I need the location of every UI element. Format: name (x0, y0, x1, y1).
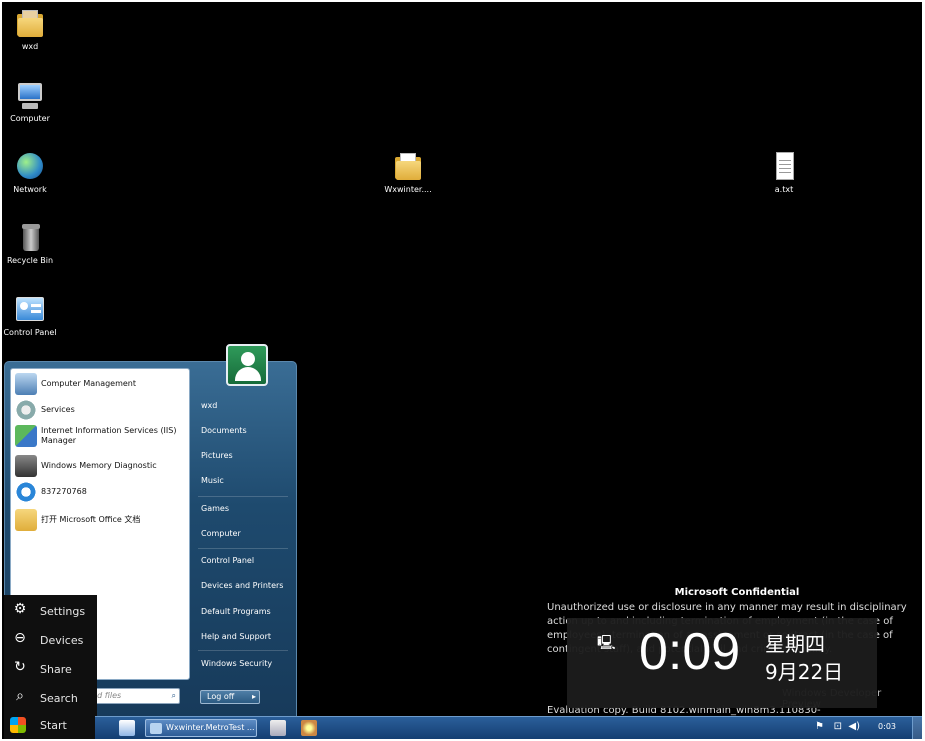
desktop-icon-label: Computer (10, 114, 50, 123)
office-document-icon (15, 509, 37, 531)
user-picture[interactable] (226, 344, 268, 386)
charm-share[interactable]: ↻ Share (10, 659, 72, 679)
charm-search[interactable]: ⌕ Search (10, 688, 78, 708)
charms-bar: ⚙ Settings ⊖ Devices ↻ Share ⌕ Search St… (4, 595, 97, 739)
desktop: wxd Computer Network Recycle Bin Control… (2, 2, 922, 739)
start-item-office-document[interactable]: 打开 Microsoft Office 文档 (15, 509, 187, 531)
charm-devices[interactable]: ⊖ Devices (10, 630, 83, 650)
wxwinter-folder-icon (392, 151, 424, 183)
confidential-title: Microsoft Confidential (674, 587, 800, 598)
taskbar-window-wxwinter[interactable]: Wxwinter.MetroTest ... (145, 719, 257, 737)
start-item-label: Computer Management (41, 379, 137, 388)
start-link-windows-security[interactable]: Windows Security (201, 659, 272, 669)
computer-management-icon (15, 373, 37, 395)
charm-label: Share (40, 662, 72, 676)
start-link-games[interactable]: Games (201, 504, 229, 514)
taskbar: Wxwinter.MetroTest ... ⚑ ⊡ ◀) 0:03 (95, 716, 922, 739)
desktop-icon-label: Recycle Bin (6, 256, 54, 265)
desktop-icon-network[interactable]: Network (2, 151, 58, 195)
clock-day: 星期四 (765, 632, 825, 656)
desktop-icon-label: Control Panel (3, 328, 57, 337)
computer-icon (14, 80, 46, 112)
desktop-icon-label: a.txt (774, 185, 794, 194)
arrow-right-icon: ▸ (251, 692, 256, 701)
app-icon (150, 723, 162, 734)
start-item-computer-management[interactable]: Computer Management (15, 373, 187, 395)
start-link-control-panel[interactable]: Control Panel (201, 556, 254, 566)
charm-label: Search (40, 691, 78, 705)
settings-gear-icon: ⚙ (13, 601, 27, 617)
volume-icon[interactable]: ◀) (848, 721, 860, 732)
start-link-help-and-support[interactable]: Help and Support (201, 632, 271, 642)
start-link-documents[interactable]: Documents (201, 426, 247, 436)
taskbar-window-label: Wxwinter.MetroTest ... (166, 723, 255, 732)
start-item-label: Windows Memory Diagnostic (41, 461, 157, 470)
services-gear-icon (15, 399, 37, 421)
start-separator (198, 650, 288, 651)
tray-clock[interactable]: 0:03 (878, 722, 896, 731)
flag-icon[interactable]: ⚑ (815, 721, 824, 732)
network-icon (14, 151, 46, 183)
start-link-default-programs[interactable]: Default Programs (201, 607, 271, 617)
tools-icon[interactable] (301, 720, 317, 736)
start-item-label: Internet Information Services (IIS) Mana… (41, 426, 177, 445)
start-item-memory-diagnostic[interactable]: Windows Memory Diagnostic (15, 455, 187, 477)
start-link-devices-and-printers[interactable]: Devices and Printers (201, 581, 283, 591)
desktop-icon-wxd[interactable]: wxd (2, 8, 58, 52)
search-icon: ⌕ (16, 688, 24, 704)
desktop-icon-computer[interactable]: Computer (2, 80, 58, 124)
start-item-ie-shortcut[interactable]: 837270768 (15, 481, 187, 503)
desktop-icon-recycle-bin[interactable]: Recycle Bin (2, 222, 58, 266)
start-link-computer[interactable]: Computer (201, 529, 241, 539)
desktop-icon-control-panel[interactable]: Control Panel (2, 294, 58, 338)
wxd-folder-icon (14, 8, 46, 40)
desktop-icon-label: wxd (21, 42, 39, 51)
network-status-icon: 🖳 (597, 635, 616, 651)
start-item-label: Services (41, 405, 75, 414)
explorer-icon[interactable] (119, 720, 135, 736)
start-item-services[interactable]: Services (15, 399, 187, 421)
start-separator (198, 548, 288, 549)
log-off-label: Log off (207, 692, 235, 701)
charm-label: Settings (40, 604, 86, 618)
windows-logo-icon (10, 717, 26, 733)
memory-diagnostic-icon (15, 455, 37, 477)
clock-date: 9月22日 (765, 660, 844, 684)
desktop-icon-label: Network (13, 185, 47, 194)
start-link-wxd[interactable]: wxd (201, 401, 217, 411)
search-icon: ⌕ (171, 691, 176, 700)
start-item-iis-manager[interactable]: Internet Information Services (IIS) Mana… (15, 425, 187, 447)
devices-icon: ⊖ (14, 630, 26, 646)
desktop-icon-a-txt[interactable]: a.txt (756, 151, 812, 195)
start-item-label: 打开 Microsoft Office 文档 (41, 515, 141, 524)
internet-explorer-icon (15, 481, 37, 503)
start-link-music[interactable]: Music (201, 476, 224, 486)
lock-clock-panel: 🖳 0:09 星期四 9月22日 (567, 618, 877, 708)
show-desktop-button[interactable] (912, 717, 922, 739)
task-manager-icon[interactable] (270, 720, 286, 736)
text-file-icon (768, 151, 800, 183)
share-icon: ↻ (14, 659, 26, 675)
recycle-bin-icon (14, 222, 46, 254)
charm-settings[interactable]: ⚙ Settings (10, 601, 85, 621)
log-off-button[interactable]: Log off ▸ (200, 690, 260, 704)
start-link-pictures[interactable]: Pictures (201, 451, 233, 461)
charm-label: Devices (40, 633, 84, 647)
desktop-icon-wxwinter[interactable]: Wxwinter.... (378, 151, 438, 195)
charm-start[interactable]: Start (10, 717, 67, 733)
start-item-label: 837270768 (41, 487, 87, 496)
network-tray-icon[interactable]: ⊡ (834, 721, 842, 732)
clock-time: 0:09 (639, 623, 741, 681)
start-separator (198, 496, 288, 497)
control-panel-icon (14, 294, 46, 326)
charm-label: Start (40, 718, 67, 732)
iis-manager-icon (15, 425, 37, 447)
desktop-icon-label: Wxwinter.... (384, 185, 432, 194)
